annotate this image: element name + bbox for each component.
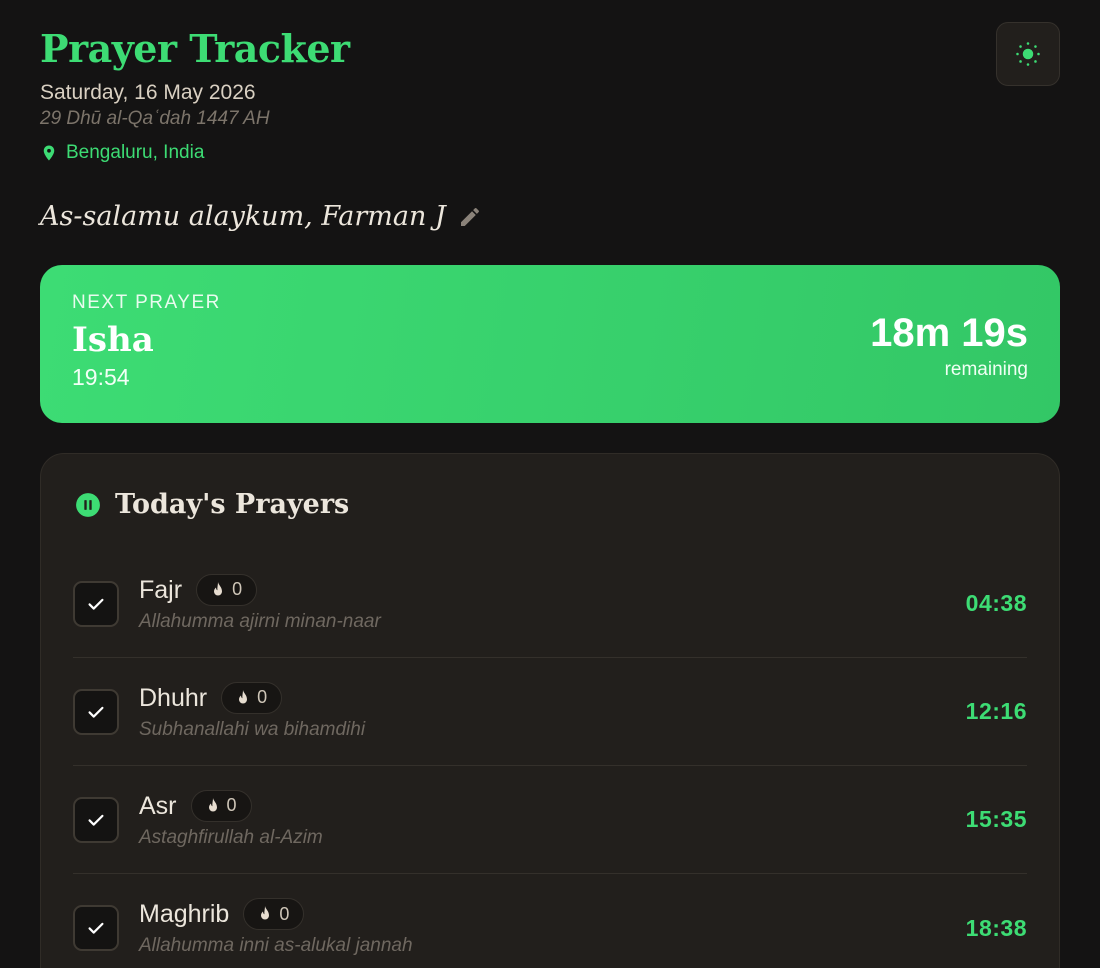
countdown: 18m 19s remaining bbox=[870, 309, 1028, 381]
flame-icon bbox=[239, 689, 248, 703]
streak-count: 0 bbox=[226, 795, 237, 815]
maghrib-checkbox[interactable] bbox=[73, 905, 119, 951]
streak-badge: 0 bbox=[243, 898, 305, 930]
prayer-row-dhuhr: Dhuhr 0 Subhanallahi wa bihamdihi 12:16 bbox=[73, 658, 1027, 766]
prayer-name: Dhuhr bbox=[139, 683, 208, 712]
check-icon bbox=[88, 598, 104, 610]
flame-icon bbox=[208, 797, 217, 811]
countdown-label: remaining bbox=[944, 359, 1028, 380]
check-icon bbox=[88, 814, 104, 826]
prayer-time: 04:38 bbox=[965, 590, 1027, 616]
todays-prayers-panel: Today's Prayers Fajr 0 Allahumma ajirni … bbox=[40, 453, 1060, 968]
flame-icon bbox=[261, 906, 270, 920]
prayer-dua: Allahumma inni as-alukal jannah bbox=[139, 935, 413, 956]
fajr-checkbox[interactable] bbox=[73, 580, 119, 627]
check-icon bbox=[88, 706, 104, 718]
map-pin-icon bbox=[43, 145, 55, 161]
prayer-time: 12:16 bbox=[965, 698, 1027, 724]
prayer-name: Asr bbox=[139, 791, 177, 820]
prayer-info: Maghrib 0 Allahumma inni as-alukal janna… bbox=[139, 898, 966, 958]
prayer-row-asr: Asr 0 Astaghfirullah al-Azim 15:35 bbox=[73, 766, 1027, 874]
app-title: Prayer Tracker bbox=[40, 26, 350, 71]
prayer-dua: Allahumma ajirni minan-naar bbox=[139, 610, 381, 632]
hijri-date: 29 Dhū al-Qaʿdah 1447 AH bbox=[40, 108, 270, 129]
prayer-top: Maghrib 0 bbox=[139, 898, 966, 930]
dhuhr-checkbox[interactable] bbox=[73, 688, 119, 735]
prayer-name: Fajr bbox=[139, 575, 183, 604]
streak-count: 0 bbox=[232, 579, 243, 599]
prayer-row-maghrib: Maghrib 0 Allahumma inni as-alukal janna… bbox=[73, 874, 1027, 968]
gregorian-date: Saturday, 16 May 2026 bbox=[40, 81, 256, 104]
streak-count: 0 bbox=[279, 903, 290, 924]
theme-toggle-button[interactable] bbox=[996, 22, 1060, 86]
prayer-top: Asr 0 bbox=[139, 789, 966, 822]
prayer-dua: Astaghfirullah al-Azim bbox=[139, 826, 323, 848]
prayer-list: Fajr 0 Allahumma ajirni minan-naar 04:38 bbox=[73, 550, 1027, 968]
prayer-info: Dhuhr 0 Subhanallahi wa bihamdihi bbox=[139, 681, 966, 742]
countdown-value: 18m 19s bbox=[870, 311, 1028, 355]
prayer-time: 15:35 bbox=[965, 806, 1027, 832]
flame-icon bbox=[214, 581, 223, 595]
prayer-tracker-page: Prayer Tracker Saturday, 16 May 2026 29 … bbox=[0, 0, 1100, 968]
prayer-info: Asr 0 Astaghfirullah al-Azim bbox=[139, 789, 966, 850]
sun-icon bbox=[1016, 42, 1040, 66]
panel-title: Today's Prayers bbox=[115, 489, 350, 520]
prayer-row-fajr: Fajr 0 Allahumma ajirni minan-naar 04:38 bbox=[73, 550, 1027, 658]
prayer-time: 18:38 bbox=[965, 914, 1027, 941]
next-prayer-card: NEXT PRAYER Isha 19:54 18m 19s remaining bbox=[40, 265, 1060, 423]
prayer-dua: Subhanallahi wa bihamdihi bbox=[139, 718, 366, 740]
greeting: As-salamu alaykum, Farman J bbox=[40, 199, 1060, 235]
check-icon bbox=[88, 922, 104, 934]
pause-circle-icon bbox=[76, 493, 100, 517]
asr-checkbox[interactable] bbox=[73, 796, 119, 843]
pencil-icon[interactable] bbox=[458, 205, 482, 229]
streak-count: 0 bbox=[257, 687, 268, 707]
streak-badge: 0 bbox=[190, 789, 252, 822]
prayer-top: Dhuhr 0 bbox=[139, 681, 966, 714]
greeting-text: As-salamu alaykum, Farman J bbox=[40, 201, 446, 232]
location-text: Bengaluru, India bbox=[66, 142, 205, 163]
prayer-top: Fajr 0 bbox=[139, 573, 966, 606]
streak-badge: 0 bbox=[196, 573, 258, 606]
header: Prayer Tracker Saturday, 16 May 2026 29 … bbox=[40, 0, 1060, 165]
prayer-info: Fajr 0 Allahumma ajirni minan-naar bbox=[139, 573, 966, 634]
location: Bengaluru, India bbox=[40, 141, 1060, 165]
streak-badge: 0 bbox=[221, 681, 283, 714]
panel-header: Today's Prayers bbox=[73, 488, 1027, 522]
prayer-name: Maghrib bbox=[139, 900, 230, 928]
